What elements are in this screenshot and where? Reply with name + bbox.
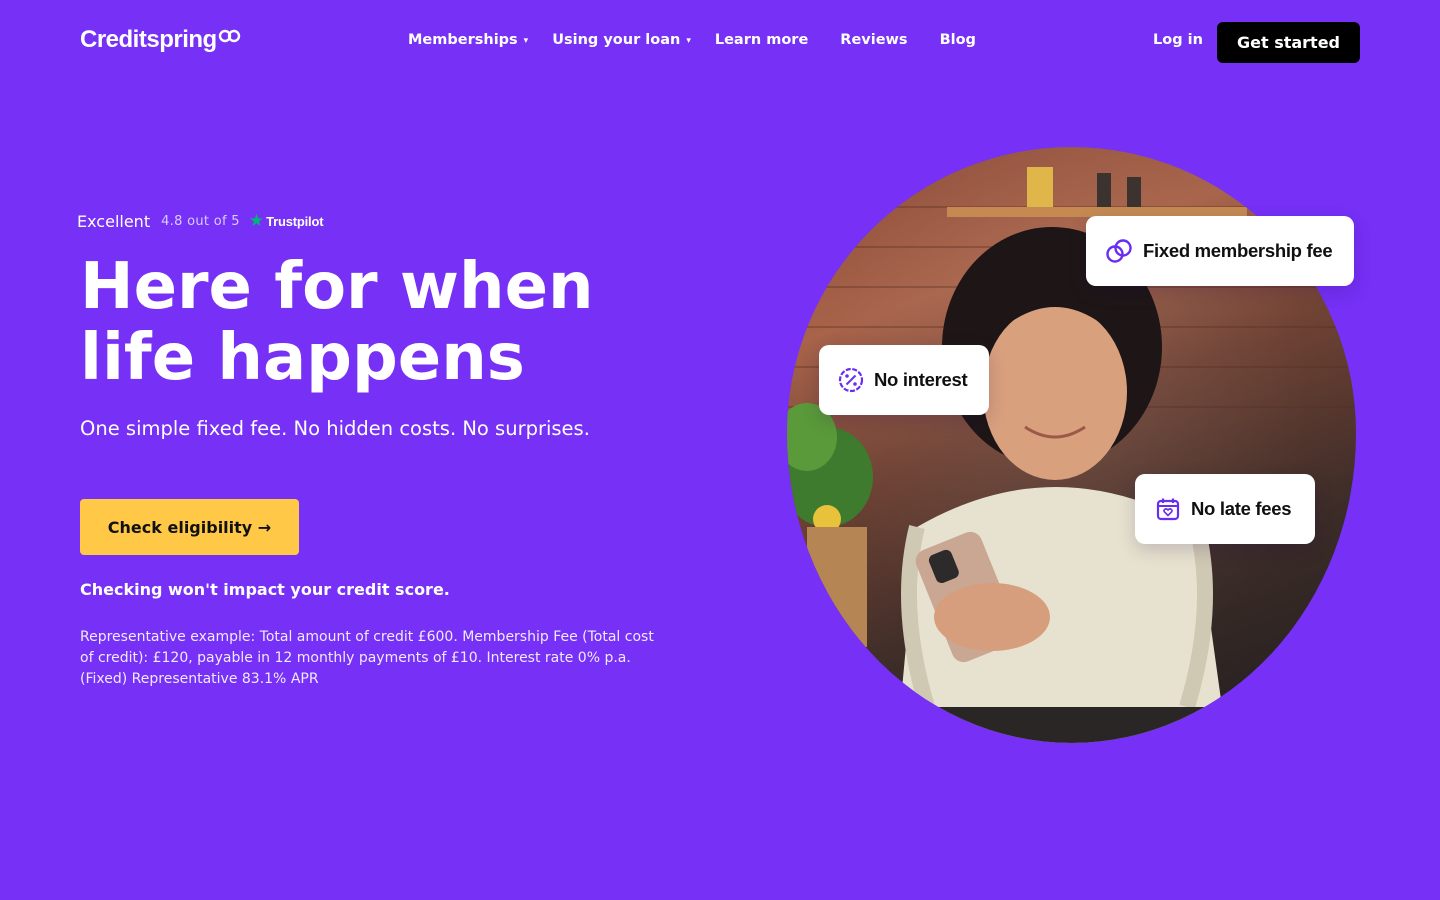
nav-using-your-loan-label: Using your loan <box>552 32 681 48</box>
chevron-down-icon: ▾ <box>686 36 691 46</box>
nav-using-your-loan[interactable]: Using your loan ▾ <box>552 32 691 48</box>
logo[interactable]: Creditspring <box>80 26 242 54</box>
percent-badge-icon <box>838 367 864 393</box>
feature-no-interest: No interest <box>819 345 989 415</box>
nav-memberships-label: Memberships <box>408 32 518 48</box>
login-link[interactable]: Log in <box>1153 32 1203 48</box>
top-nav: Creditspring Memberships ▾ Using your lo… <box>0 0 1440 84</box>
feature-fixed-membership-fee-label: Fixed membership fee <box>1143 240 1333 261</box>
nav-blog[interactable]: Blog <box>940 32 976 48</box>
feature-no-late-fees-label: No late fees <box>1191 498 1292 519</box>
nav-learn-more[interactable]: Learn more <box>715 32 808 48</box>
page: Creditspring Memberships ▾ Using your lo… <box>0 0 1440 900</box>
credit-score-disclaimer: Checking won't impact your credit score. <box>80 580 450 599</box>
nav-memberships[interactable]: Memberships ▾ <box>408 32 528 48</box>
linked-rings-icon <box>1105 237 1133 265</box>
main-menu: Memberships ▾ Using your loan ▾ Learn mo… <box>408 32 1008 48</box>
trustpilot-rating-word: Excellent <box>77 212 151 231</box>
hero-subhead: One simple fixed fee. No hidden costs. N… <box>80 417 590 440</box>
trustpilot-score: 4.8 out of 5 <box>161 214 240 229</box>
chevron-down-icon: ▾ <box>523 36 529 46</box>
trustpilot-star-icon: ★ <box>248 211 265 231</box>
representative-example: Representative example: Total amount of … <box>80 629 654 687</box>
nav-reviews[interactable]: Reviews <box>840 32 907 48</box>
trustpilot-widget[interactable]: Excellent 4.8 out of 5 ★ Trustpilot <box>77 211 324 231</box>
get-started-button[interactable]: Get started <box>1217 22 1360 63</box>
trustpilot-logo: Trustpilot <box>266 214 324 229</box>
logo-mark-icon <box>218 24 242 52</box>
feature-fixed-membership-fee: Fixed membership fee <box>1086 216 1354 286</box>
feature-no-late-fees: No late fees <box>1135 474 1315 544</box>
hero-headline: Here for when life happens <box>80 250 594 395</box>
check-eligibility-button[interactable]: Check eligibility → <box>80 499 299 555</box>
calendar-heart-icon <box>1155 496 1181 522</box>
logo-text: Creditspring <box>80 26 217 53</box>
feature-no-interest-label: No interest <box>874 369 968 390</box>
